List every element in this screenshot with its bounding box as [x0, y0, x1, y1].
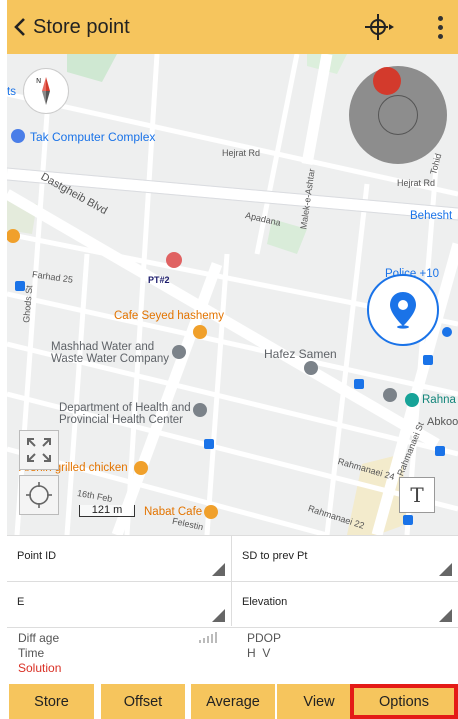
hv-label: H V [247, 646, 271, 660]
map-scale: 121 m [79, 505, 135, 517]
point-form: Point ID SD to prev Pt E Elevation Diff … [7, 535, 458, 682]
sd-prev-field[interactable]: SD to prev Pt [232, 536, 458, 582]
text-toggle-button[interactable]: T [399, 477, 435, 513]
page-title: Store point [33, 15, 130, 38]
time-label: Time [18, 646, 45, 660]
crosshair-button[interactable] [360, 0, 400, 54]
app-root: Store point Hejrat Rd Hejrat Rd Dastghei… [0, 0, 458, 719]
joystick-control[interactable] [349, 66, 447, 164]
solution-label: Solution [18, 661, 62, 675]
dropdown-corner-icon [439, 609, 452, 622]
poi-label-tak: Tak Computer Complex [30, 130, 156, 144]
divider [7, 627, 458, 628]
more-menu-button[interactable] [422, 0, 458, 54]
street-label: Abkooh [427, 416, 458, 428]
poi-label-hafez: Hafez Samen [264, 347, 337, 361]
fullscreen-icon [27, 438, 51, 462]
back-button[interactable] [7, 0, 33, 54]
pdop-label: PDOP [247, 631, 282, 645]
poi-label-dept-health-2: Provincial Health Center [59, 414, 184, 426]
street-label: Hejrat Rd [397, 178, 436, 188]
action-bar: Store Offset Average View Options [7, 682, 458, 719]
average-button[interactable]: Average [191, 684, 275, 719]
elevation-label: Elevation [242, 596, 288, 608]
poi-label-behesht: Behesht [410, 210, 453, 222]
e-label: E [17, 596, 25, 608]
poi-label-rahna: Rahna [422, 394, 456, 406]
compass-button[interactable]: N [23, 68, 69, 114]
signal-strength-icon [199, 632, 217, 643]
point-id-field[interactable]: Point ID [7, 536, 231, 582]
joystick-indicator [373, 67, 401, 95]
center-target-button[interactable] [19, 475, 59, 515]
offset-button[interactable]: Offset [101, 684, 185, 719]
dropdown-corner-icon [212, 563, 225, 576]
svg-text:N: N [36, 77, 41, 85]
point-id-label: Point ID [17, 550, 57, 562]
compass-icon: N [36, 77, 50, 105]
options-button[interactable]: Options [350, 684, 458, 719]
e-field[interactable]: E [7, 582, 231, 628]
store-button[interactable]: Store [9, 684, 94, 719]
elevation-field[interactable]: Elevation [232, 582, 458, 628]
dropdown-corner-icon [212, 609, 225, 622]
dropdown-corner-icon [439, 563, 452, 576]
my-location-button[interactable] [367, 274, 439, 346]
map-view[interactable]: Hejrat Rd Hejrat Rd Dastgheib Blvd Farha… [7, 54, 458, 535]
target-icon [26, 482, 52, 508]
joystick-handle[interactable] [378, 95, 418, 135]
crosshair-icon [365, 14, 394, 40]
street-label: Hejrat Rd [222, 148, 261, 158]
poi-label: ts [7, 86, 16, 98]
divider [231, 536, 232, 626]
poi-label-mashhad-water-2: Waste Water Company [51, 353, 170, 365]
fullscreen-button[interactable] [19, 430, 59, 470]
poi-label-nabat: Nabat Cafe [144, 506, 203, 518]
view-button[interactable]: View [277, 684, 361, 719]
chevron-left-icon [14, 18, 25, 36]
app-header: Store point [7, 0, 458, 54]
more-vertical-icon [437, 15, 443, 21]
sd-prev-label: SD to prev Pt [242, 550, 308, 562]
point-marker-label: PT#2 [148, 275, 170, 285]
diff-age-label: Diff age [18, 631, 60, 645]
poi-label-dept-health-1: Department of Health and [59, 402, 191, 414]
location-pin-icon [390, 292, 416, 329]
text-icon: T [410, 483, 424, 507]
poi-label-cafe-seyed: Cafe Seyed hashemy [114, 310, 224, 322]
poi-label-mashhad-water-1: Mashhad Water and [51, 341, 155, 353]
